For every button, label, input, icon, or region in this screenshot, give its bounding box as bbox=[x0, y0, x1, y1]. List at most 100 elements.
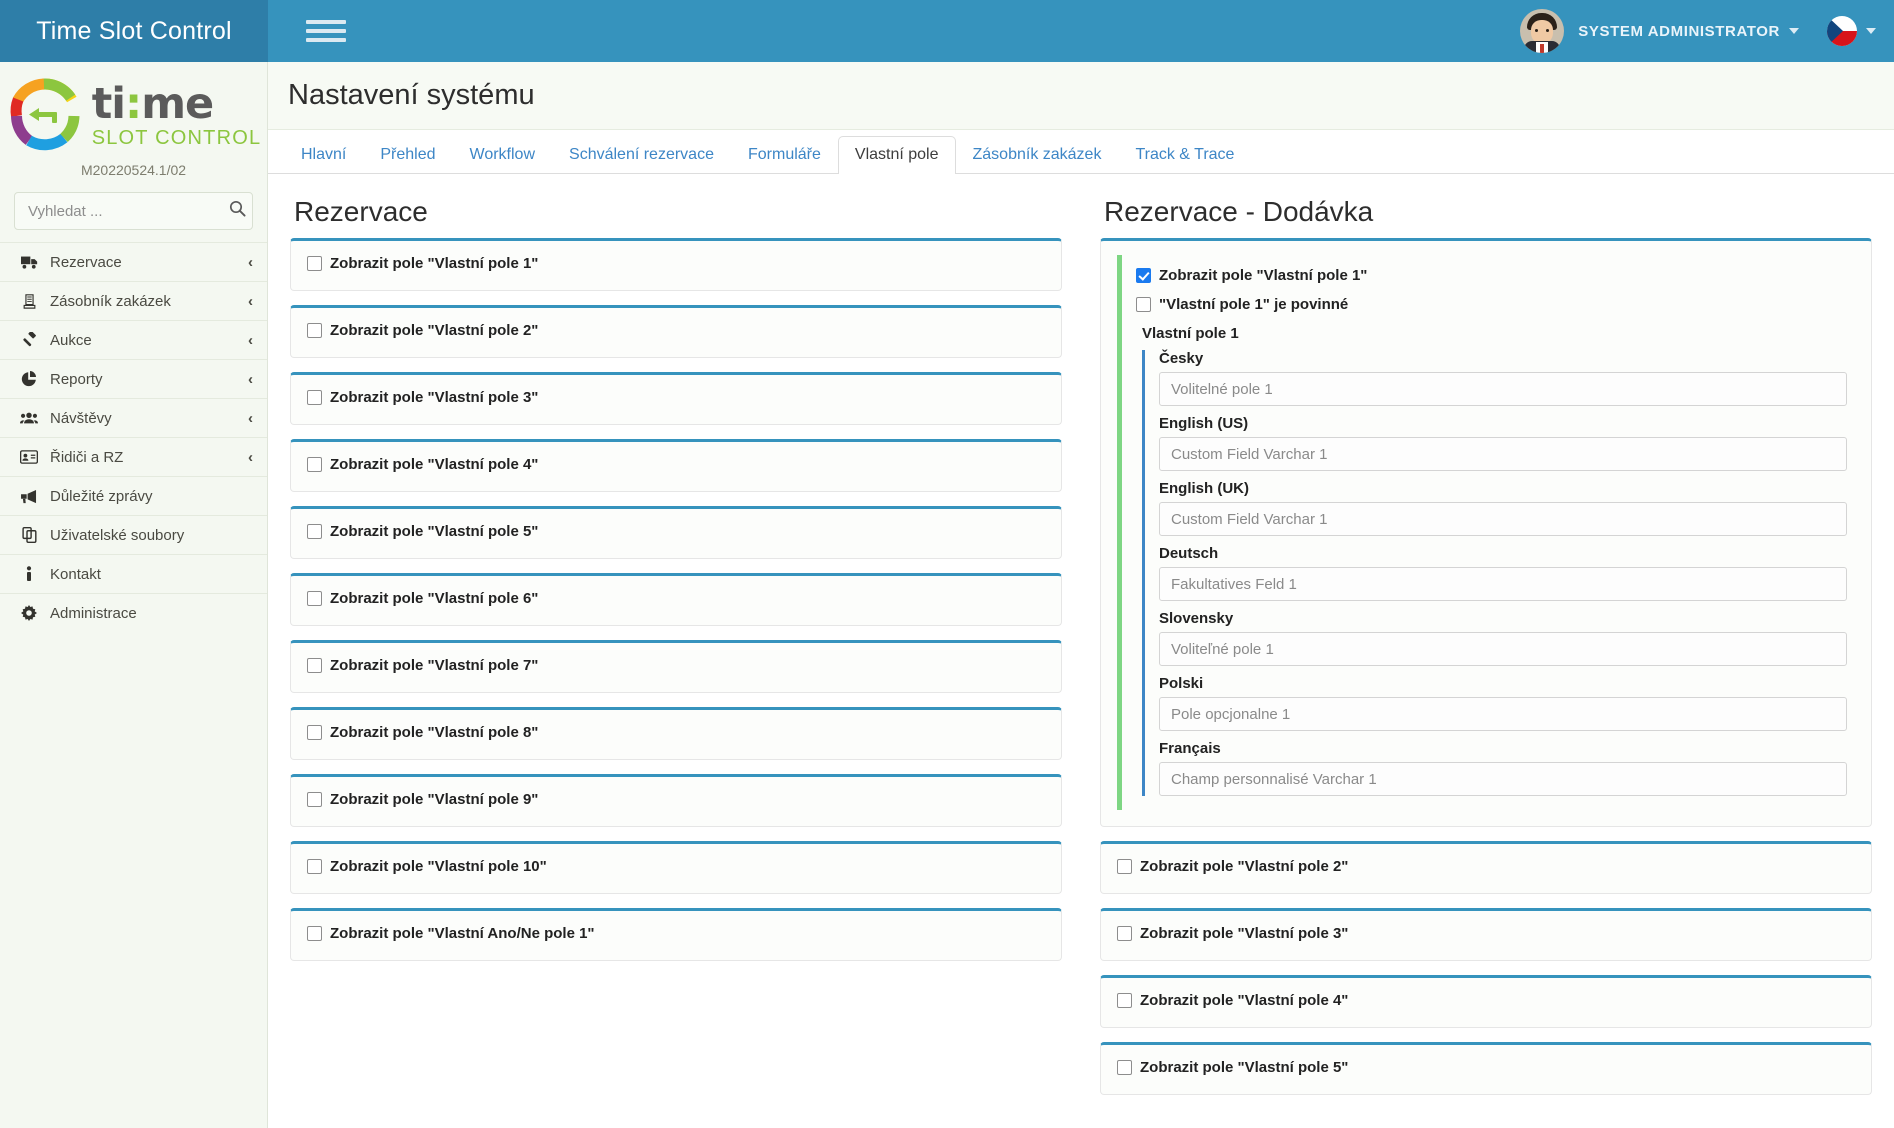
custom-field-row[interactable]: Zobrazit pole "Vlastní pole 6" bbox=[307, 590, 1047, 607]
user-name-label: SYSTEM ADMINISTRATOR bbox=[1578, 22, 1780, 40]
sidebar-item-label: Kontakt bbox=[50, 565, 101, 583]
custom-field-row[interactable]: Zobrazit pole "Vlastní pole 9" bbox=[307, 791, 1047, 808]
sidebar-item-7[interactable]: Uživatelské soubory bbox=[0, 515, 267, 554]
hamburger-icon[interactable] bbox=[306, 20, 360, 42]
language-text-input[interactable] bbox=[1159, 762, 1847, 796]
chevron-left-icon[interactable]: ‹ bbox=[248, 371, 253, 388]
custom-field-row[interactable]: Zobrazit pole "Vlastní pole 5" bbox=[307, 523, 1047, 540]
custom-field-row[interactable]: Zobrazit pole "Vlastní pole 10" bbox=[307, 858, 1047, 875]
sidebar-item-5[interactable]: Řidiči a RZ ‹ bbox=[0, 437, 267, 476]
language-text-input[interactable] bbox=[1159, 632, 1847, 666]
search-wrapper bbox=[0, 178, 267, 242]
show-field-checkbox[interactable] bbox=[307, 725, 322, 740]
language-label: Česky bbox=[1159, 350, 1204, 367]
custom-field-card: Zobrazit pole "Vlastní pole 3" bbox=[290, 372, 1062, 425]
custom-field-row[interactable]: Zobrazit pole "Vlastní pole 1" bbox=[307, 255, 1047, 272]
custom-field-row[interactable]: Zobrazit pole "Vlastní Ano/Ne pole 1" bbox=[307, 925, 1047, 942]
tab-6[interactable]: Zásobník zakázek bbox=[956, 136, 1119, 174]
sidebar-item-2[interactable]: Aukce ‹ bbox=[0, 320, 267, 359]
show-field-checkbox[interactable] bbox=[1136, 268, 1151, 283]
language-text-input[interactable] bbox=[1159, 567, 1847, 601]
sidebar-item-0[interactable]: Rezervace ‹ bbox=[0, 242, 267, 281]
sidebar-item-label: Návštěvy bbox=[50, 409, 112, 427]
show-field-checkbox[interactable] bbox=[1117, 1060, 1132, 1075]
show-field-checkbox[interactable] bbox=[307, 524, 322, 539]
show-field-checkbox[interactable] bbox=[307, 256, 322, 271]
required-field-row[interactable]: "Vlastní pole 1" je povinné bbox=[1136, 296, 1847, 313]
language-text-input[interactable] bbox=[1159, 437, 1847, 471]
language-text-input[interactable] bbox=[1159, 502, 1847, 536]
show-field-checkbox[interactable] bbox=[307, 926, 322, 941]
show-field-checkbox[interactable] bbox=[307, 390, 322, 405]
sidebar-item-label: Zásobník zakázek bbox=[50, 292, 171, 310]
tab-7[interactable]: Track & Trace bbox=[1118, 136, 1251, 174]
gear-icon bbox=[16, 605, 42, 621]
required-field-checkbox[interactable] bbox=[1136, 297, 1151, 312]
show-field-checkbox[interactable] bbox=[307, 457, 322, 472]
show-field-checkbox[interactable] bbox=[307, 859, 322, 874]
chevron-left-icon[interactable]: ‹ bbox=[248, 410, 253, 427]
tab-5[interactable]: Vlastní pole bbox=[837, 136, 956, 174]
show-field-label: Zobrazit pole "Vlastní pole 3" bbox=[330, 389, 539, 406]
sidebar-item-4[interactable]: Návštěvy ‹ bbox=[0, 398, 267, 437]
custom-field-row[interactable]: Zobrazit pole "Vlastní pole 4" bbox=[1117, 992, 1857, 1009]
sidebar-item-6[interactable]: Důležité zprávy bbox=[0, 476, 267, 515]
stack-icon bbox=[16, 293, 42, 309]
tab-1[interactable]: Přehled bbox=[363, 136, 452, 174]
sidebar-item-8[interactable]: Kontakt bbox=[0, 554, 267, 593]
chevron-left-icon[interactable]: ‹ bbox=[248, 254, 253, 271]
show-field-row[interactable]: Zobrazit pole "Vlastní pole 1" bbox=[1136, 267, 1847, 284]
left-column-title: Rezervace bbox=[294, 196, 428, 227]
custom-field-row[interactable]: Zobrazit pole "Vlastní pole 5" bbox=[1117, 1059, 1857, 1076]
tab-0[interactable]: Hlavní bbox=[284, 136, 363, 174]
show-field-checkbox[interactable] bbox=[1117, 993, 1132, 1008]
sidebar: ti:me SLOT CONTROL M20220524.1/02 Rezerv… bbox=[0, 62, 268, 1128]
custom-field-card: Zobrazit pole "Vlastní pole 4" bbox=[1100, 975, 1872, 1028]
tab-2[interactable]: Workflow bbox=[453, 136, 553, 174]
show-field-checkbox[interactable] bbox=[307, 792, 322, 807]
language-label: English (UK) bbox=[1159, 480, 1249, 497]
language-label: Français bbox=[1159, 740, 1221, 757]
sidebar-item-label: Uživatelské soubory bbox=[50, 526, 185, 544]
tab-4[interactable]: Formuláře bbox=[731, 136, 838, 174]
sidebar-item-3[interactable]: Reporty ‹ bbox=[0, 359, 267, 398]
custom-field-row[interactable]: Zobrazit pole "Vlastní pole 2" bbox=[1117, 858, 1857, 875]
search-box[interactable] bbox=[14, 192, 253, 230]
custom-field-row[interactable]: Zobrazit pole "Vlastní pole 8" bbox=[307, 724, 1047, 741]
custom-field-row[interactable]: Zobrazit pole "Vlastní pole 7" bbox=[307, 657, 1047, 674]
custom-field-row[interactable]: Zobrazit pole "Vlastní pole 2" bbox=[307, 322, 1047, 339]
language-text-input[interactable] bbox=[1159, 697, 1847, 731]
show-field-checkbox[interactable] bbox=[307, 591, 322, 606]
search-icon[interactable] bbox=[229, 200, 246, 222]
show-field-checkbox[interactable] bbox=[307, 323, 322, 338]
chevron-left-icon[interactable]: ‹ bbox=[248, 449, 253, 466]
custom-field-row[interactable]: Zobrazit pole "Vlastní pole 4" bbox=[307, 456, 1047, 473]
chevron-left-icon[interactable]: ‹ bbox=[248, 332, 253, 349]
custom-field-card: Zobrazit pole "Vlastní Ano/Ne pole 1" bbox=[290, 908, 1062, 961]
user-menu[interactable]: SYSTEM ADMINISTRATOR bbox=[1578, 23, 1799, 40]
czech-flag-icon bbox=[1827, 16, 1857, 46]
logo-wordmark: ti:me SLOT CONTROL bbox=[91, 78, 262, 148]
hamburger-bar-1 bbox=[306, 20, 346, 24]
info-icon bbox=[16, 566, 42, 582]
show-field-label: Zobrazit pole "Vlastní pole 1" bbox=[330, 255, 539, 272]
show-field-checkbox[interactable] bbox=[307, 658, 322, 673]
show-field-checkbox[interactable] bbox=[1117, 859, 1132, 874]
left-column: Rezervace Zobrazit pole "Vlastní pole 1"… bbox=[290, 184, 1062, 1109]
custom-field-card: Zobrazit pole "Vlastní pole 1" bbox=[290, 238, 1062, 291]
chevron-left-icon[interactable]: ‹ bbox=[248, 293, 253, 310]
language-menu[interactable] bbox=[1827, 16, 1876, 46]
custom-field-row[interactable]: Zobrazit pole "Vlastní pole 3" bbox=[307, 389, 1047, 406]
language-text-input[interactable] bbox=[1159, 372, 1847, 406]
custom-field-card: Zobrazit pole "Vlastní pole 5" bbox=[1100, 1042, 1872, 1095]
sidebar-item-9[interactable]: Administrace bbox=[0, 593, 267, 632]
sidebar-item-label: Důležité zprávy bbox=[50, 487, 153, 505]
custom-field-row[interactable]: Zobrazit pole "Vlastní pole 3" bbox=[1117, 925, 1857, 942]
page-header: Nastavení systému bbox=[268, 62, 1894, 130]
logo-wordmark-main: ti:me bbox=[91, 78, 214, 129]
show-field-checkbox[interactable] bbox=[1117, 926, 1132, 941]
tab-3[interactable]: Schválení rezervace bbox=[552, 136, 731, 174]
search-input[interactable] bbox=[26, 201, 229, 221]
avatar[interactable] bbox=[1520, 9, 1565, 53]
sidebar-item-1[interactable]: Zásobník zakázek ‹ bbox=[0, 281, 267, 320]
